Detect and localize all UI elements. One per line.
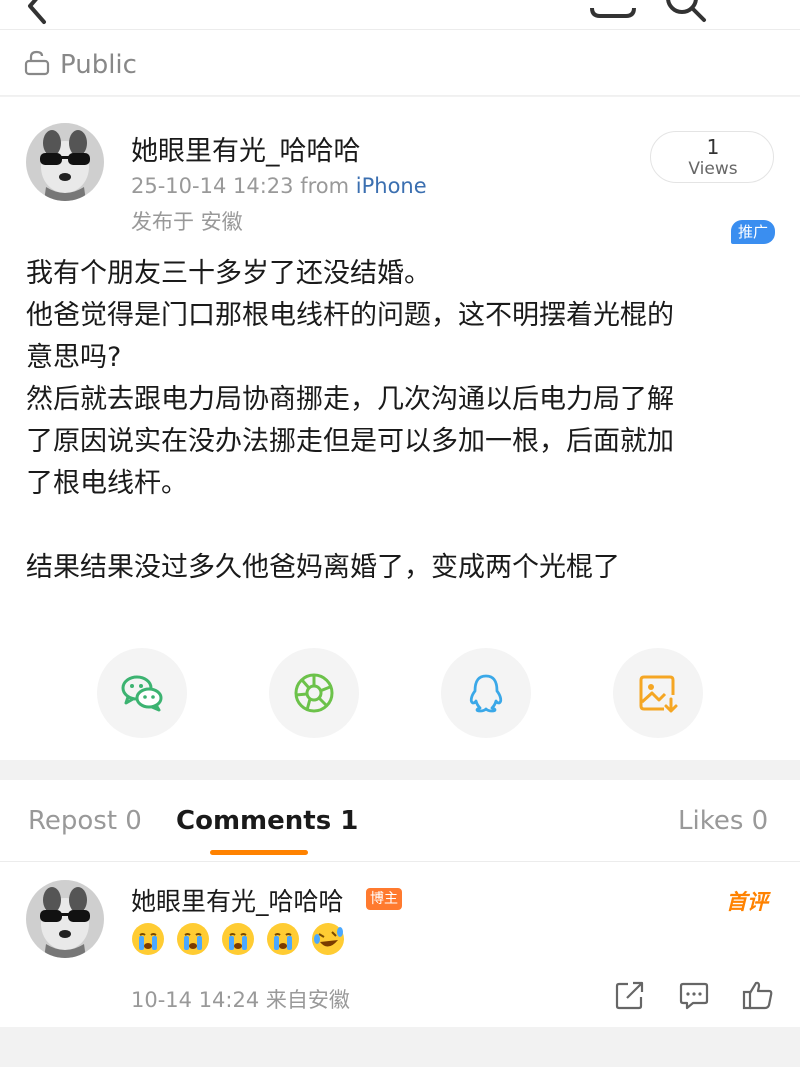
- post-location: 发布于 安徽: [131, 210, 243, 234]
- post-time: 25-10-14 14:23: [131, 174, 294, 198]
- visibility-label: Public: [60, 50, 137, 80]
- moments-icon: [294, 673, 334, 713]
- crying-face-icon: [222, 923, 254, 955]
- unlocked-icon: [24, 50, 50, 76]
- reply-comment-icon[interactable]: [679, 980, 709, 1010]
- top-navigation-bar: [0, 0, 800, 30]
- first-comment-badge: 首评: [726, 890, 768, 914]
- content-line: 他爸觉得是门口那根电线杆的问题，这不明摆着光棍的: [26, 300, 674, 331]
- views-label: Views: [688, 159, 738, 179]
- more-options-icon[interactable]: [586, 0, 640, 26]
- content-line: 然后就去跟电力局协商挪走，几次沟通以后电力局了解: [26, 384, 674, 415]
- views-badge[interactable]: 1 Views: [650, 131, 774, 183]
- content-line: 意思吗?: [26, 342, 122, 373]
- tab-likes[interactable]: Likes 0: [678, 806, 768, 836]
- visibility-row[interactable]: Public: [0, 30, 800, 96]
- bottom-spacer: [0, 1027, 800, 1067]
- share-qq-button[interactable]: [441, 648, 531, 738]
- crying-face-icon: [177, 923, 209, 955]
- dog-avatar-image: [26, 123, 104, 201]
- interaction-tabs: Repost 0 Comments 1 Likes 0: [0, 780, 800, 862]
- tab-repost[interactable]: Repost 0: [28, 806, 142, 836]
- comment-timestamp: 10-14 14:24 来自安徽: [131, 988, 350, 1012]
- author-badge: 博主: [366, 888, 402, 910]
- wechat-icon: [121, 675, 163, 712]
- post-card: 她眼里有光_哈哈哈 25-10-14 14:23 from iPhone 发布于…: [0, 97, 800, 760]
- content-line: 结果结果没过多久他爸妈离婚了，变成两个光棍了: [26, 552, 620, 583]
- views-count: 1: [706, 135, 720, 159]
- author-avatar[interactable]: [26, 123, 104, 201]
- promote-tag[interactable]: 推广: [731, 220, 775, 244]
- post-content: 我有个朋友三十多岁了还没结婚。 他爸觉得是门口那根电线杆的问题，这不明摆着光棍的…: [26, 253, 774, 589]
- tab-comments[interactable]: Comments 1: [176, 806, 358, 836]
- share-moments-button[interactable]: [269, 648, 359, 738]
- author-name[interactable]: 她眼里有光_哈哈哈: [131, 129, 361, 168]
- share-wechat-button[interactable]: [97, 648, 187, 738]
- dog-avatar-image: [26, 880, 104, 958]
- save-image-icon: [639, 675, 678, 713]
- share-comment-icon[interactable]: [615, 980, 645, 1010]
- search-icon[interactable]: [664, 0, 708, 24]
- crying-face-icon: [132, 923, 164, 955]
- commenter-name[interactable]: 她眼里有光_哈哈哈: [131, 882, 344, 918]
- content-line: 我有个朋友三十多岁了还没结婚。: [26, 258, 431, 289]
- laughing-face-icon: [312, 923, 344, 955]
- back-icon[interactable]: [22, 0, 50, 26]
- content-line: 了原因说实在没办法挪走但是可以多加一根，后面就加: [26, 426, 674, 457]
- content-line: 了根电线杆。: [26, 468, 188, 499]
- post-from-prefix: from: [300, 174, 350, 198]
- like-comment-icon[interactable]: [742, 980, 774, 1010]
- active-tab-indicator: [210, 850, 308, 855]
- comment-item: 她眼里有光_哈哈哈 博主 首评 10-14 14:24 来自安徽: [0, 862, 800, 1027]
- crying-face-icon: [267, 923, 299, 955]
- qq-icon: [469, 674, 503, 713]
- post-timestamp: 25-10-14 14:23 from iPhone: [131, 174, 427, 198]
- save-image-button[interactable]: [613, 648, 703, 738]
- commenter-avatar[interactable]: [26, 880, 104, 958]
- post-source[interactable]: iPhone: [356, 174, 427, 198]
